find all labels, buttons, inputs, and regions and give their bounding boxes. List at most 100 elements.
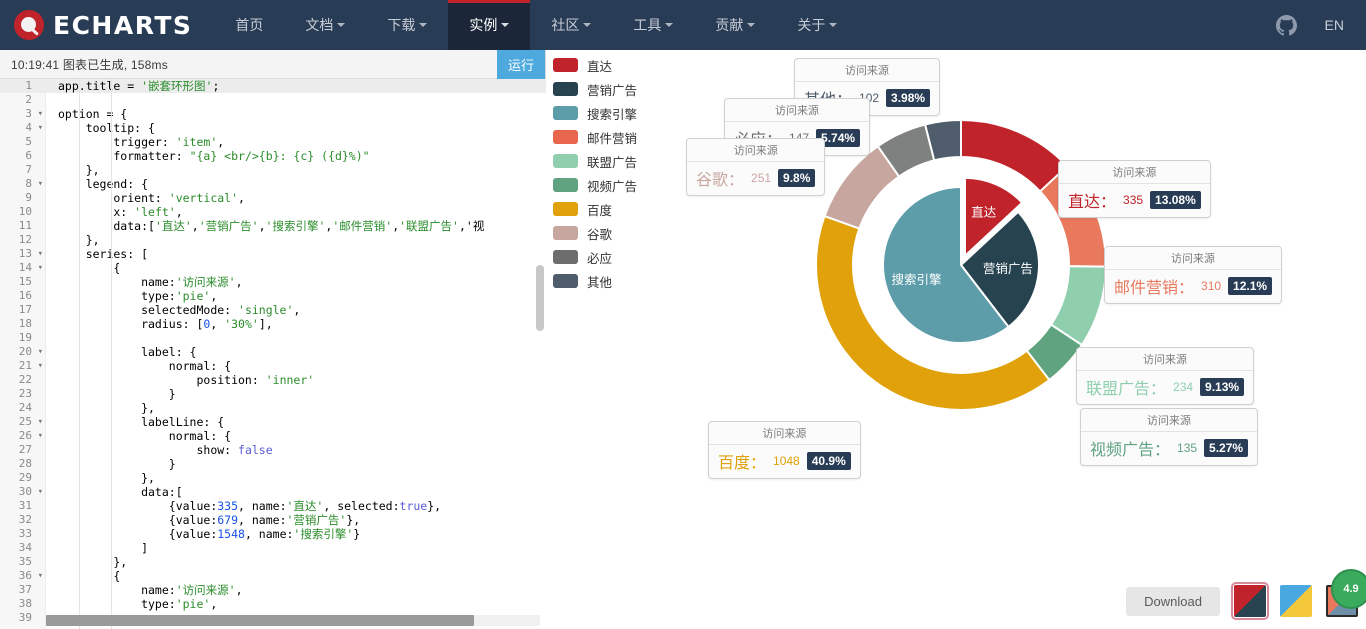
brand-logo[interactable]: ECHARTS [0,0,214,50]
code-line[interactable]: trigger: 'item', [46,135,546,149]
nav-items: 首页 文档 下载 实例 社区 工具 贡献 关于 [214,0,858,50]
code-line[interactable]: name:'访问来源', [46,583,546,597]
code-line[interactable]: }, [46,233,546,247]
code-line[interactable]: {value:679, name:'营销广告'}, [46,513,546,527]
callout-category: 联盟广告： [1086,375,1166,399]
code-line[interactable] [46,93,546,107]
chart-callout-3: 访问来源直达：33513.08% [1058,160,1211,218]
legend-item-6[interactable]: 百度 [553,202,637,216]
code-line[interactable]: {value:335, name:'直达', selected:true}, [46,499,546,513]
github-icon[interactable] [1276,15,1297,36]
code-line[interactable]: ] [46,541,546,555]
legend-item-9[interactable]: 其他 [553,274,637,288]
code-line[interactable]: {value:1548, name:'搜索引擎'} [46,527,546,541]
code-line[interactable] [46,331,546,345]
code-line[interactable]: data:['直达','营销广告','搜索引擎','邮件营销','联盟广告','… [46,219,546,233]
nav-item-download[interactable]: 下载 [366,0,448,50]
callout-percent: 13.08% [1150,191,1201,209]
language-switch-en[interactable]: EN [1325,17,1344,33]
legend-item-8[interactable]: 必应 [553,250,637,264]
editor-hscrollbar-thumb[interactable] [46,615,474,626]
code-line[interactable]: position: 'inner' [46,373,546,387]
code-line[interactable]: { [46,261,546,275]
nav-item-community[interactable]: 社区 [530,0,612,50]
code-line[interactable]: series: [ [46,247,546,261]
chevron-down-icon [747,23,755,27]
code-line[interactable]: type:'pie', [46,597,546,611]
callout-value: 234 [1173,380,1193,394]
code-line[interactable]: }, [46,163,546,177]
code-line[interactable]: labelLine: { [46,415,546,429]
nav-item-tools[interactable]: 工具 [612,0,694,50]
fold-toggle-icon: ▾ [38,121,43,135]
code-content[interactable]: app.title = '嵌套环形图'; option = { tooltip:… [46,79,546,629]
nav-item-contribute[interactable]: 贡献 [694,0,776,50]
code-line[interactable]: app.title = '嵌套环形图'; [46,79,546,93]
status-message: 10:19:41 图表已生成, 158ms [0,56,168,73]
code-line[interactable]: } [46,387,546,401]
callout-percent: 12.1% [1228,277,1272,295]
code-line[interactable]: label: { [46,345,546,359]
legend-item-label: 搜索引擎 [587,104,637,123]
code-line[interactable]: type:'pie', [46,289,546,303]
line-number: 34 [0,541,45,555]
nav-item-home[interactable]: 首页 [214,0,284,50]
fold-toggle-icon: ▾ [38,247,43,261]
line-number: 38 [0,597,45,611]
line-number: 21▾ [0,359,45,373]
code-line[interactable]: } [46,457,546,471]
line-number: 25▾ [0,415,45,429]
callout-series-name: 访问来源 [1059,161,1210,184]
pie-inner-label-2: 搜索引擎 [891,272,941,287]
legend-item-0[interactable]: 直达 [553,58,637,72]
code-line[interactable]: normal: { [46,429,546,443]
legend-item-label: 邮件营销 [587,128,637,147]
line-number: 20▾ [0,345,45,359]
nav-right-group: EN [1276,0,1366,50]
code-line[interactable]: tooltip: { [46,121,546,135]
theme-swatch-red[interactable] [1234,585,1266,617]
nav-label: 贡献 [715,15,743,35]
chart-callout-7: 访问来源百度：104840.9% [708,421,861,479]
code-line[interactable]: }, [46,401,546,415]
legend-item-5[interactable]: 视频广告 [553,178,637,192]
legend-item-3[interactable]: 邮件营销 [553,130,637,144]
legend-item-1[interactable]: 营销广告 [553,82,637,96]
fold-toggle-icon: ▾ [38,261,43,275]
legend-item-7[interactable]: 谷歌 [553,226,637,240]
legend-item-4[interactable]: 联盟广告 [553,154,637,168]
editor-vscrollbar-thumb[interactable] [536,265,544,331]
code-line[interactable]: selectedMode: 'single', [46,303,546,317]
code-line[interactable]: normal: { [46,359,546,373]
nav-item-about[interactable]: 关于 [776,0,858,50]
legend-item-2[interactable]: 搜索引擎 [553,106,637,120]
code-line[interactable]: show: false [46,443,546,457]
callout-series-name: 访问来源 [1077,348,1253,371]
callout-percent: 9.8% [778,169,815,187]
code-line[interactable]: }, [46,471,546,485]
callout-value: 135 [1177,441,1197,455]
line-number: 14▾ [0,261,45,275]
callout-series-name: 访问来源 [795,59,939,82]
code-line[interactable]: option = { [46,107,546,121]
nav-item-docs[interactable]: 文档 [284,0,366,50]
download-button[interactable]: Download [1126,587,1220,616]
code-line[interactable]: formatter: "{a} <br/>{b}: {c} ({d}%)" [46,149,546,163]
theme-swatch-blue[interactable] [1280,585,1312,617]
nav-item-examples[interactable]: 实例 [448,0,530,50]
nav-label: 下载 [387,15,415,35]
code-area[interactable]: 123▾4▾5678▾910111213▾14▾151617181920▾21▾… [0,79,546,629]
line-number: 22 [0,373,45,387]
legend-color-swatch [553,130,578,144]
code-line[interactable]: orient: 'vertical', [46,191,546,205]
run-button[interactable]: 运行 [497,50,545,79]
version-badge[interactable]: 4.9 [1331,569,1366,609]
code-line[interactable]: legend: { [46,177,546,191]
code-line[interactable]: }, [46,555,546,569]
code-line[interactable]: name:'访问来源', [46,275,546,289]
code-line[interactable]: x: 'left', [46,205,546,219]
code-line[interactable]: data:[ [46,485,546,499]
code-line[interactable]: { [46,569,546,583]
code-line[interactable]: radius: [0, '30%'], [46,317,546,331]
line-number: 39 [0,611,45,625]
